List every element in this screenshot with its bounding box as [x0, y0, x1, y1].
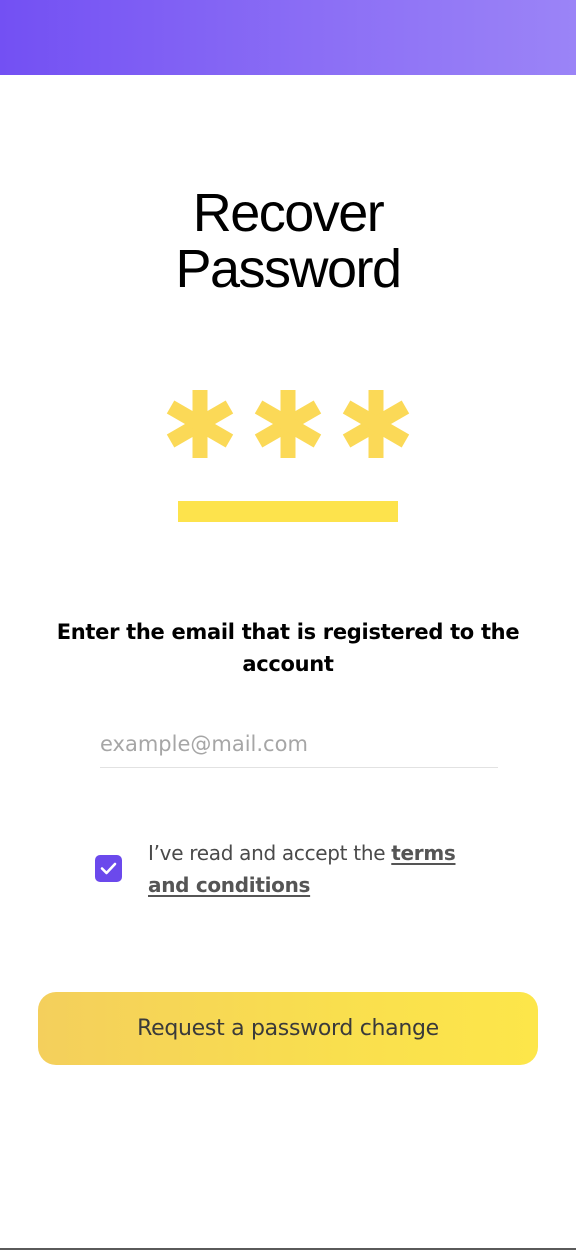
- terms-label: I’ve read and accept the terms and condi…: [148, 837, 488, 901]
- terms-text: I’ve read and accept the: [148, 841, 392, 865]
- checkmark-icon: [100, 862, 117, 875]
- email-field[interactable]: [100, 720, 498, 768]
- password-asterisks-icon: [0, 380, 576, 470]
- email-instruction: Enter the email that is registered to th…: [56, 620, 520, 676]
- password-underline-bar: [178, 501, 398, 522]
- header-gradient-bar: [0, 0, 576, 75]
- page-title-line1: Recover: [192, 183, 385, 243]
- terms-checkbox[interactable]: [95, 855, 122, 882]
- page-title-line2: Password: [175, 239, 402, 299]
- request-password-change-button[interactable]: Request a password change: [38, 992, 538, 1065]
- page-title: Recover Password: [0, 185, 576, 297]
